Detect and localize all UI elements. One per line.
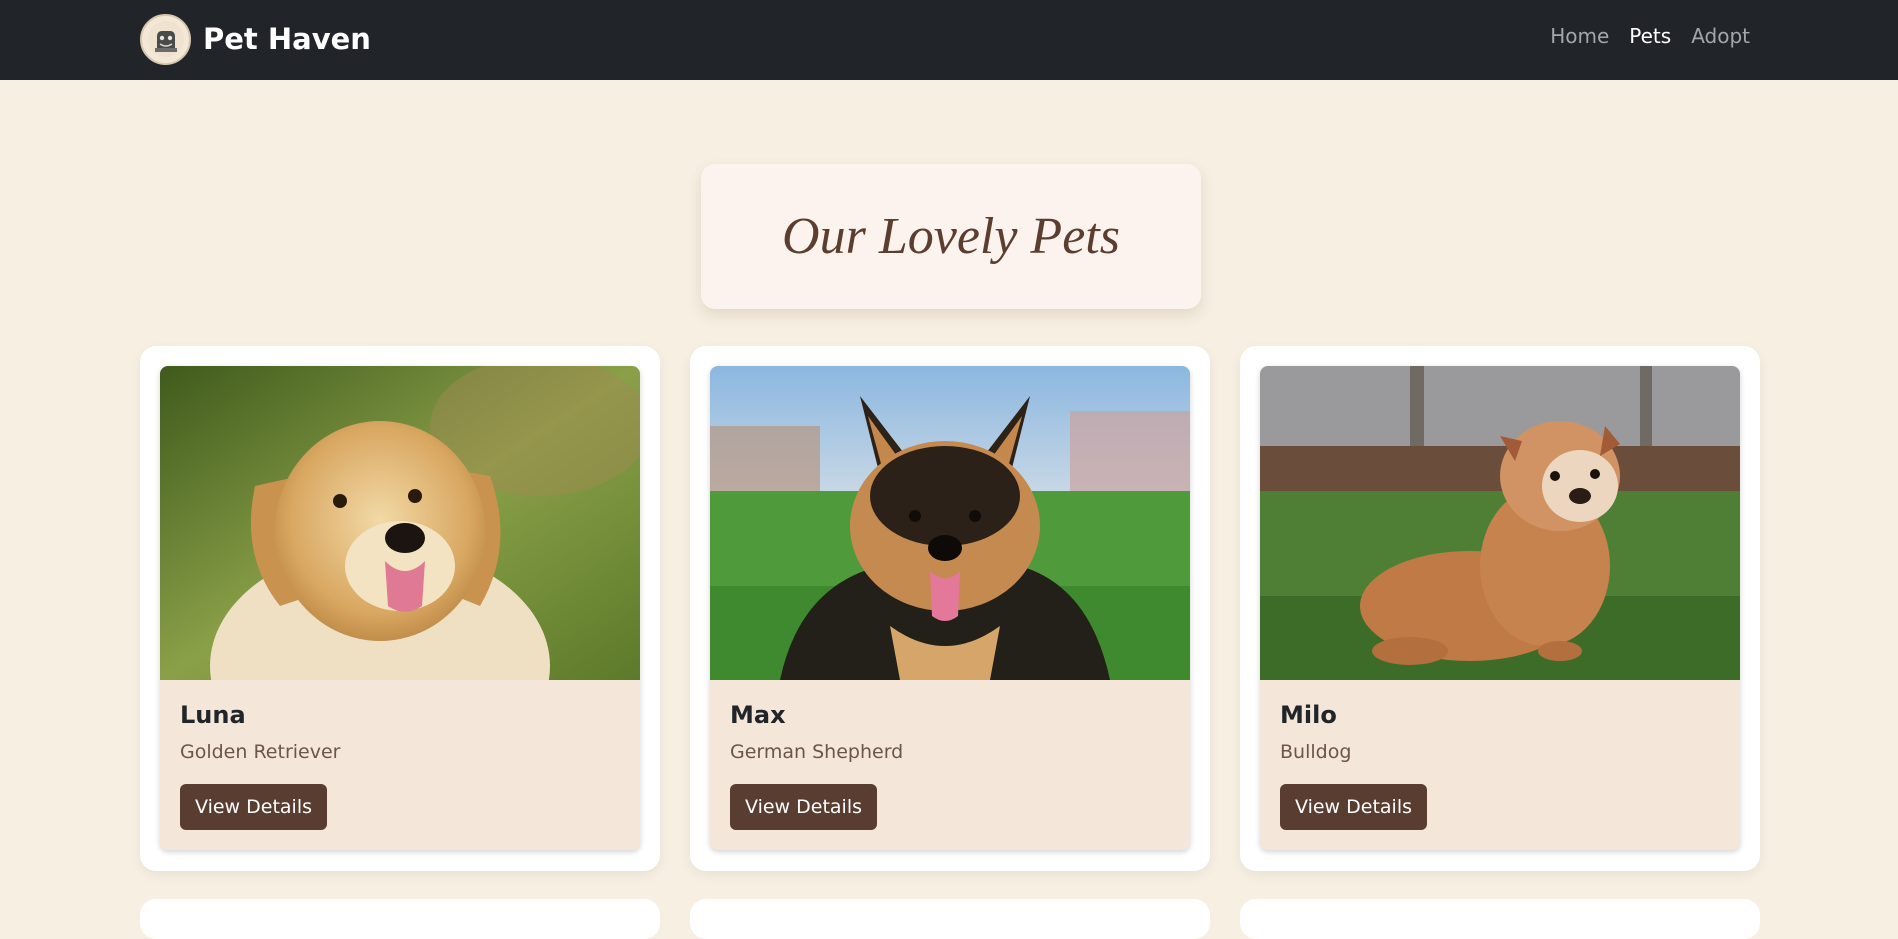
- german-shepherd-photo: [710, 366, 1190, 680]
- pet-card-peek: [690, 899, 1210, 939]
- nav-link-adopt[interactable]: Adopt: [1691, 24, 1750, 48]
- pet-name: Milo: [1280, 701, 1337, 729]
- navbar: Pet Haven Home Pets Adopt: [0, 0, 1898, 80]
- pet-name: Max: [730, 701, 786, 729]
- pet-card-luna: Luna Golden Retriever View Details: [140, 346, 660, 871]
- pet-card-inner: Luna Golden Retriever View Details: [160, 366, 640, 850]
- pet-card-inner: Max German Shepherd View Details: [710, 366, 1190, 850]
- pet-card-inner: Milo Bulldog View Details: [1260, 366, 1740, 850]
- nav-link-home[interactable]: Home: [1550, 24, 1609, 48]
- brand-name: Pet Haven: [203, 22, 371, 56]
- pet-name: Luna: [180, 701, 246, 729]
- pet-card-peek: [140, 899, 660, 939]
- bulldog-photo: [1260, 366, 1740, 680]
- pet-breed: Bulldog: [1280, 741, 1352, 763]
- nav-links: Home Pets Adopt: [1550, 24, 1750, 48]
- golden-retriever-photo: [160, 366, 640, 680]
- pet-card-max: Max German Shepherd View Details: [690, 346, 1210, 871]
- page-title-box: Our Lovely Pets: [701, 164, 1201, 309]
- page-title: Our Lovely Pets: [782, 208, 1120, 265]
- brand[interactable]: Pet Haven: [140, 13, 371, 65]
- nav-link-pets[interactable]: Pets: [1629, 24, 1671, 48]
- view-details-button[interactable]: View Details: [730, 784, 877, 830]
- logo-icon: [140, 13, 191, 65]
- pet-breed: Golden Retriever: [180, 741, 341, 763]
- view-details-button[interactable]: View Details: [180, 784, 327, 830]
- pet-card-peek: [1240, 899, 1760, 939]
- pet-breed: German Shepherd: [730, 741, 904, 763]
- pet-card-milo: Milo Bulldog View Details: [1240, 346, 1760, 871]
- view-details-button[interactable]: View Details: [1280, 784, 1427, 830]
